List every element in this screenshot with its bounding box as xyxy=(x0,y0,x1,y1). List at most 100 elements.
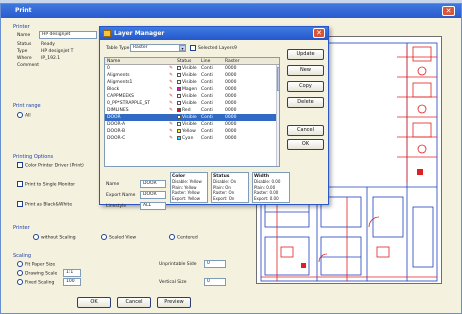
layer-row[interactable]: Block ✎ Magen Conti 0000 xyxy=(105,86,279,93)
layer-list-scrollbar[interactable] xyxy=(276,65,279,166)
checkbox-icon xyxy=(17,181,23,187)
layer-visibility[interactable]: Red xyxy=(177,107,201,114)
layer-row[interactable]: CAPPMEEKS ✎ Visible Conti 0000 xyxy=(105,93,279,100)
color-swatch xyxy=(177,114,181,119)
layer-ok-button[interactable]: OK xyxy=(287,139,324,150)
radio-icon xyxy=(17,112,23,118)
drawing-scale-radio[interactable]: Drawing Scale xyxy=(17,270,57,278)
printer-type-value: HP designjet T xyxy=(41,49,74,54)
layer-line: Conti xyxy=(201,115,213,120)
copy-button[interactable]: Copy xyxy=(287,81,324,92)
pencil-icon[interactable]: ✎ xyxy=(165,93,177,100)
fixed-scaling-input[interactable]: 100 xyxy=(63,278,81,286)
linestyle-value: ALL xyxy=(143,203,152,208)
layer-visibility[interactable]: Yellow xyxy=(177,128,201,135)
print-range-group-label: Print range xyxy=(13,103,41,109)
layer-visibility[interactable]: Visible xyxy=(177,79,201,86)
layer-cancel-button[interactable]: Cancel xyxy=(287,125,324,136)
without-scaling-radio[interactable]: without Scaling xyxy=(33,234,76,242)
radio-icon xyxy=(17,270,23,276)
layer-visibility[interactable]: Visible xyxy=(177,72,201,79)
print-all-label: All xyxy=(25,113,31,119)
status-export[interactable]: Export: On xyxy=(213,196,247,202)
layer-visibility-text: Yellow xyxy=(182,129,196,134)
linestyle-select[interactable]: ALL xyxy=(140,202,166,210)
layer-raster: 0000 xyxy=(225,108,237,113)
layer-visibility[interactable]: Visible xyxy=(177,93,201,100)
printer-name-value: HP designjet xyxy=(42,32,71,37)
fit-paper-radio[interactable]: Fit Paper Size xyxy=(17,261,55,269)
drawing-scale-input[interactable]: 1:1 xyxy=(63,269,81,277)
linestyle-label: Linestyle xyxy=(106,204,127,209)
layer-visibility[interactable]: Visible xyxy=(177,121,201,128)
layer-visibility[interactable]: Cyan xyxy=(177,135,201,142)
radio-icon xyxy=(33,234,39,240)
vertical-size-input[interactable]: 0 xyxy=(204,278,226,286)
cancel-button[interactable]: Cancel xyxy=(117,297,151,308)
delete-button[interactable]: Delete xyxy=(287,97,324,108)
unprintable-side-input[interactable]: 0 xyxy=(204,260,226,268)
pencil-icon[interactable]: ✎ xyxy=(165,79,177,86)
pencil-icon[interactable]: ✎ xyxy=(165,100,177,107)
column-header-name[interactable]: Name xyxy=(105,58,165,64)
black-white-checkbox[interactable]: Print as Black&White xyxy=(17,201,72,209)
layer-row[interactable]: DIMLINES ✎ Red Conti 0000 xyxy=(105,107,279,114)
column-header-status[interactable]: Status xyxy=(177,58,201,64)
pencil-icon[interactable]: ✎ xyxy=(165,86,177,93)
ok-button[interactable]: OK xyxy=(77,297,111,308)
update-button[interactable]: Update xyxy=(287,49,324,60)
color-attributes-box: Color Disable: Yellow Plain: Yellow Rast… xyxy=(170,172,208,203)
scaled-view-radio[interactable]: Scaled View xyxy=(101,234,136,242)
width-export[interactable]: Export: 0.00 xyxy=(254,196,288,202)
layer-visibility[interactable]: Visible xyxy=(177,100,201,107)
layer-visibility[interactable]: Visible xyxy=(177,65,201,72)
pencil-icon[interactable]: ✎ xyxy=(165,114,177,121)
color-disable[interactable]: Disable: Yellow xyxy=(172,179,206,185)
layer-raster: 0000 xyxy=(225,129,237,134)
layer-row[interactable]: Aligments1 ✎ Visible Conti 0000 xyxy=(105,79,279,86)
layer-row[interactable]: DOOR ✎ Visible Conti 0000 xyxy=(105,114,279,121)
pencil-icon[interactable]: ✎ xyxy=(165,135,177,142)
close-icon[interactable]: ✕ xyxy=(313,28,325,38)
checkbox-icon xyxy=(17,162,23,168)
layer-row[interactable]: DOOR-C ✎ Cyan Conti 0000 xyxy=(105,135,279,142)
color-swatch xyxy=(177,100,181,105)
checkbox-icon xyxy=(17,201,23,207)
pencil-icon[interactable]: ✎ xyxy=(165,65,177,72)
print-dialog-title: Print xyxy=(15,7,32,14)
checkbox-icon[interactable] xyxy=(190,45,196,51)
color-driver-checkbox[interactable]: Color Printer Driver (Print) xyxy=(17,162,84,170)
pencil-icon[interactable]: ✎ xyxy=(165,128,177,135)
column-header-line[interactable]: Line xyxy=(201,58,225,64)
color-swatch xyxy=(177,107,181,112)
layer-name-input[interactable]: DOOR xyxy=(140,180,166,188)
fixed-scaling-label: Fixed Scaling xyxy=(25,280,55,286)
layer-line: Conti xyxy=(201,108,213,113)
layer-visibility[interactable]: Magen xyxy=(177,86,201,93)
layer-row[interactable]: 0 ✎ Visible Conti 0000 xyxy=(105,65,279,72)
scrollbar-thumb[interactable] xyxy=(277,67,279,91)
preview-button[interactable]: Preview xyxy=(157,297,191,308)
layer-row[interactable]: DOOR-A ✎ Visible Conti 0000 xyxy=(105,121,279,128)
layer-manager-title: Layer Manager xyxy=(114,30,165,37)
fixed-scaling-radio[interactable]: Fixed Scaling xyxy=(17,279,54,287)
centered-radio[interactable]: Centered xyxy=(169,234,198,242)
pencil-icon[interactable]: ✎ xyxy=(165,72,177,79)
table-type-select[interactable]: Raster xyxy=(130,44,186,52)
color-export[interactable]: Export: Yellow xyxy=(172,196,206,202)
pencil-icon[interactable]: ✎ xyxy=(165,121,177,128)
layer-row[interactable]: DOOR-B ✎ Yellow Conti 0000 xyxy=(105,128,279,135)
chevron-down-icon[interactable]: ▾ xyxy=(179,45,186,51)
layer-row[interactable]: Aligments ✎ Visible Conti 0000 xyxy=(105,72,279,79)
single-monitor-checkbox[interactable]: Print to Single Monitor xyxy=(17,181,75,189)
export-name-input[interactable]: DOOR xyxy=(140,191,166,199)
layer-row[interactable]: 0_PP*STRAPPLE_ST ✎ Visible Conti 0000 xyxy=(105,100,279,107)
printer-name-select[interactable]: HP designjet xyxy=(39,31,97,39)
pencil-icon[interactable]: ✎ xyxy=(165,107,177,114)
printer-status-value: Ready xyxy=(41,42,55,47)
new-button[interactable]: New xyxy=(287,65,324,76)
layer-visibility[interactable]: Visible xyxy=(177,114,201,121)
column-header-raster[interactable]: Raster xyxy=(225,58,255,64)
close-icon[interactable]: ✕ xyxy=(442,6,455,16)
print-all-radio[interactable]: All xyxy=(17,112,31,120)
